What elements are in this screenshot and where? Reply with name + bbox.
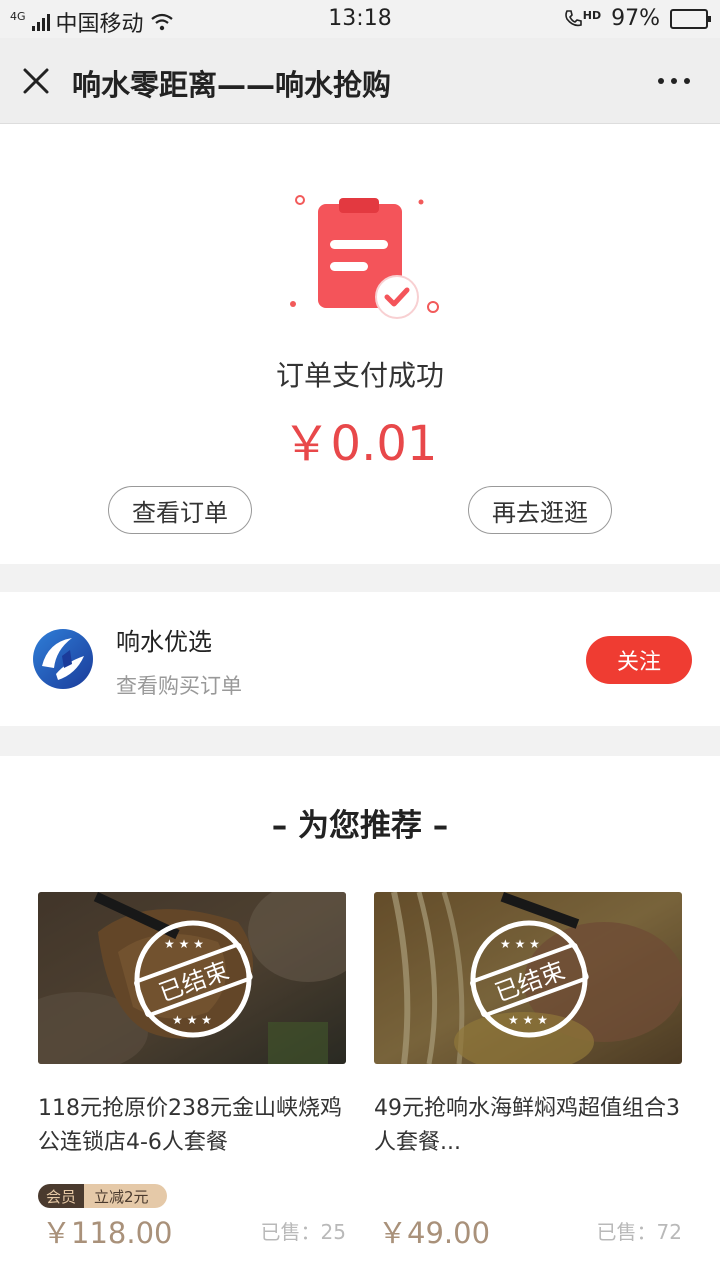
view-purchase-orders-link[interactable]: 查看购买订单 <box>116 670 242 700</box>
payment-success-card: 订单支付成功 ￥0.01 查看订单 再去逛逛 <box>0 124 720 564</box>
follow-button[interactable]: 关注 <box>586 636 692 684</box>
product-image: ★ ★ ★ ★ ★ ★ 已结束 <box>374 892 682 1064</box>
svg-text:★ ★ ★: ★ ★ ★ <box>508 1013 548 1027</box>
svg-text:★ ★ ★: ★ ★ ★ <box>164 937 204 951</box>
shop-logo <box>33 629 93 689</box>
payment-amount: ￥0.01 <box>282 416 438 472</box>
hd-label: HD <box>582 8 602 22</box>
product-price: ￥49.00 <box>378 1216 491 1250</box>
svg-text:★ ★ ★: ★ ★ ★ <box>500 937 540 951</box>
product-card[interactable]: ★ ★ ★ ★ ★ ★ 已结束 49元抢响水海鲜焖鸡超值组合3人套餐... ￥4… <box>374 892 682 1250</box>
discount-label: 立减2元 <box>84 1184 167 1208</box>
shop-name: 响水优选 <box>116 628 212 656</box>
page-title: 响水零距离——响水抢购 <box>72 68 392 102</box>
more-icon[interactable] <box>658 78 690 84</box>
member-badge: 会员 立减2元 <box>38 1184 167 1208</box>
member-label: 会员 <box>38 1184 85 1208</box>
nav-bar: 响水零距离——响水抢购 <box>0 38 720 124</box>
recommend-section: – 为您推荐 – ★ ★ ★ ★ ★ ★ 已结束 118元抢原价238元金山峡烧… <box>0 756 720 1280</box>
view-order-button[interactable]: 查看订单 <box>108 486 252 534</box>
recommend-heading: – 为您推荐 – <box>271 808 449 844</box>
call-hd-icon: HD <box>563 9 601 29</box>
close-icon[interactable] <box>20 65 52 97</box>
payment-status-text: 订单支付成功 <box>275 359 444 392</box>
status-right: HD 97% <box>563 6 711 31</box>
product-price: ￥118.00 <box>42 1216 173 1250</box>
battery-icon <box>670 8 711 29</box>
sold-count: 已售：25 <box>260 1220 346 1244</box>
shop-card[interactable]: 响水优选 查看购买订单 关注 <box>0 592 720 726</box>
sold-count: 已售：72 <box>596 1220 682 1244</box>
price-row: ￥49.00 已售：72 <box>374 1210 682 1250</box>
product-title: 49元抢响水海鲜焖鸡超值组合3人套餐... <box>374 1096 680 1155</box>
continue-shopping-button[interactable]: 再去逛逛 <box>468 486 612 534</box>
status-bar: 4G 中国移动 13:18 HD 97% <box>0 0 720 38</box>
product-image: ★ ★ ★ ★ ★ ★ 已结束 <box>38 892 346 1064</box>
product-card[interactable]: ★ ★ ★ ★ ★ ★ 已结束 118元抢原价238元金山峡烧鸡公连锁店4-6人… <box>38 892 346 1250</box>
product-title: 118元抢原价238元金山峡烧鸡公连锁店4-6人套餐 <box>38 1096 342 1155</box>
sold-out-stamp: ★ ★ ★ ★ ★ ★ 已结束 <box>134 920 253 1038</box>
order-clipboard-icon <box>290 195 439 319</box>
battery-percent: 97% <box>611 6 660 31</box>
price-row: ￥118.00 已售：25 <box>38 1210 346 1250</box>
svg-text:★ ★ ★: ★ ★ ★ <box>172 1013 212 1027</box>
sold-out-stamp: ★ ★ ★ ★ ★ ★ 已结束 <box>470 920 589 1038</box>
